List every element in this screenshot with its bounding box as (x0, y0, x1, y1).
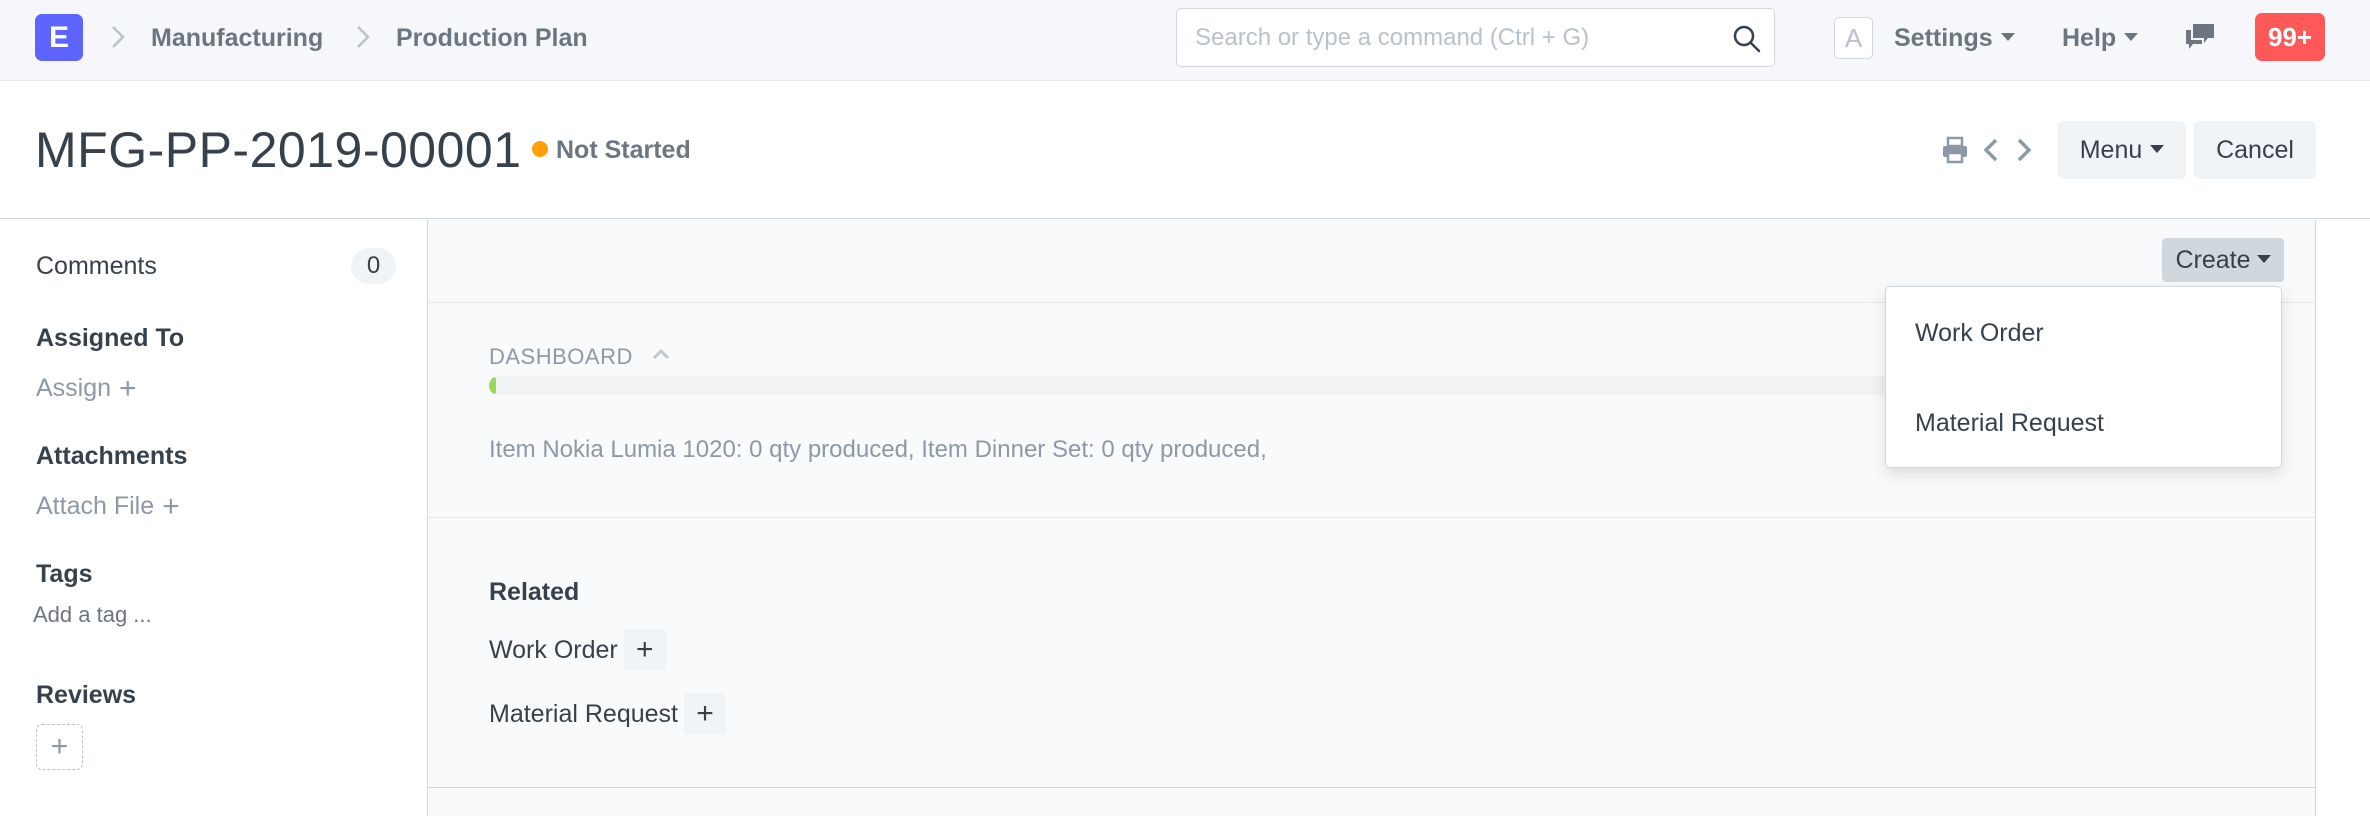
chevron-right-icon (112, 26, 125, 48)
related-item-work-order: Work Order + (489, 629, 666, 671)
menu-item-work-order[interactable]: Work Order (1915, 319, 2044, 348)
add-work-order-button[interactable]: + (623, 629, 666, 671)
menu-button[interactable]: Menu (2058, 121, 2186, 179)
add-tag-input[interactable]: Add a tag ... (33, 602, 152, 628)
add-material-request-button[interactable]: + (683, 693, 726, 735)
page-head: MFG-PP-2019-00001 Not Started Menu Cance… (0, 81, 2370, 219)
notifications-badge[interactable]: 99+ (2255, 13, 2325, 61)
help-dropdown[interactable]: Help (2062, 24, 2139, 53)
breadcrumb-manufacturing[interactable]: Manufacturing (151, 24, 323, 53)
avatar[interactable]: A (1834, 17, 1873, 59)
reviews-heading: Reviews (36, 681, 137, 709)
status-indicator-dot (532, 141, 548, 157)
related-section: Related Work Order + Material Request + (428, 518, 2315, 788)
caret-down-icon (2256, 255, 2271, 264)
form-sidebar: Comments 0 Assigned To Assign + Attachmen… (0, 220, 427, 816)
plus-icon: + (119, 372, 137, 405)
help-label: Help (2062, 24, 2117, 52)
related-heading: Related (489, 578, 580, 606)
cancel-button[interactable]: Cancel (2194, 121, 2316, 179)
print-icon[interactable] (1940, 135, 1970, 165)
navbar: E Manufacturing Production Plan A Settin… (0, 0, 2370, 81)
comments-label[interactable]: Comments (36, 252, 157, 281)
attach-file-label: Attach File (36, 492, 155, 520)
chevron-right-icon[interactable] (2014, 135, 2034, 165)
menu-item-material-request[interactable]: Material Request (1915, 409, 2104, 438)
search-input[interactable] (1195, 21, 1715, 55)
menu-button-label: Menu (2079, 136, 2143, 164)
progress-fill (489, 376, 497, 395)
assign-label: Assign (36, 374, 112, 402)
create-dropdown-menu: Work Order Material Request (1885, 286, 2282, 468)
breadcrumb-production-plan[interactable]: Production Plan (396, 24, 588, 53)
create-button[interactable]: Create (2162, 238, 2284, 282)
status-badge: Not Started (556, 136, 691, 164)
plus-icon: + (50, 730, 69, 763)
tags-heading: Tags (36, 560, 93, 588)
chevron-right-icon (357, 26, 370, 48)
caret-down-icon (2150, 145, 2165, 154)
related-item-material-request: Material Request + (489, 693, 726, 735)
comments-count-badge: 0 (351, 248, 396, 284)
chevron-up-icon[interactable] (651, 346, 671, 362)
app-logo[interactable]: E (35, 14, 83, 61)
related-item-label[interactable]: Work Order (489, 629, 618, 671)
dashboard-heading[interactable]: DASHBOARD (489, 344, 633, 370)
settings-dropdown[interactable]: Settings (1894, 24, 2015, 53)
add-review-button[interactable]: + (36, 724, 83, 770)
caret-down-icon (2000, 33, 2015, 42)
assign-link[interactable]: Assign + (36, 370, 137, 405)
assigned-to-heading: Assigned To (36, 324, 185, 352)
caret-down-icon (2124, 33, 2139, 42)
attachments-heading: Attachments (36, 442, 188, 470)
create-button-label: Create (2175, 246, 2251, 274)
search-icon[interactable] (1732, 24, 1762, 54)
page-title: MFG-PP-2019-00001 (35, 122, 522, 178)
chevron-left-icon[interactable] (1981, 135, 2001, 165)
search-box (1176, 8, 1775, 67)
settings-label: Settings (1894, 24, 1993, 52)
plus-icon: + (162, 490, 180, 523)
chat-icon[interactable] (2183, 22, 2217, 52)
dashboard-message: Item Nokia Lumia 1020: 0 qty produced, I… (489, 436, 1267, 463)
attach-file-link[interactable]: Attach File + (36, 488, 180, 523)
related-item-label[interactable]: Material Request (489, 693, 678, 735)
